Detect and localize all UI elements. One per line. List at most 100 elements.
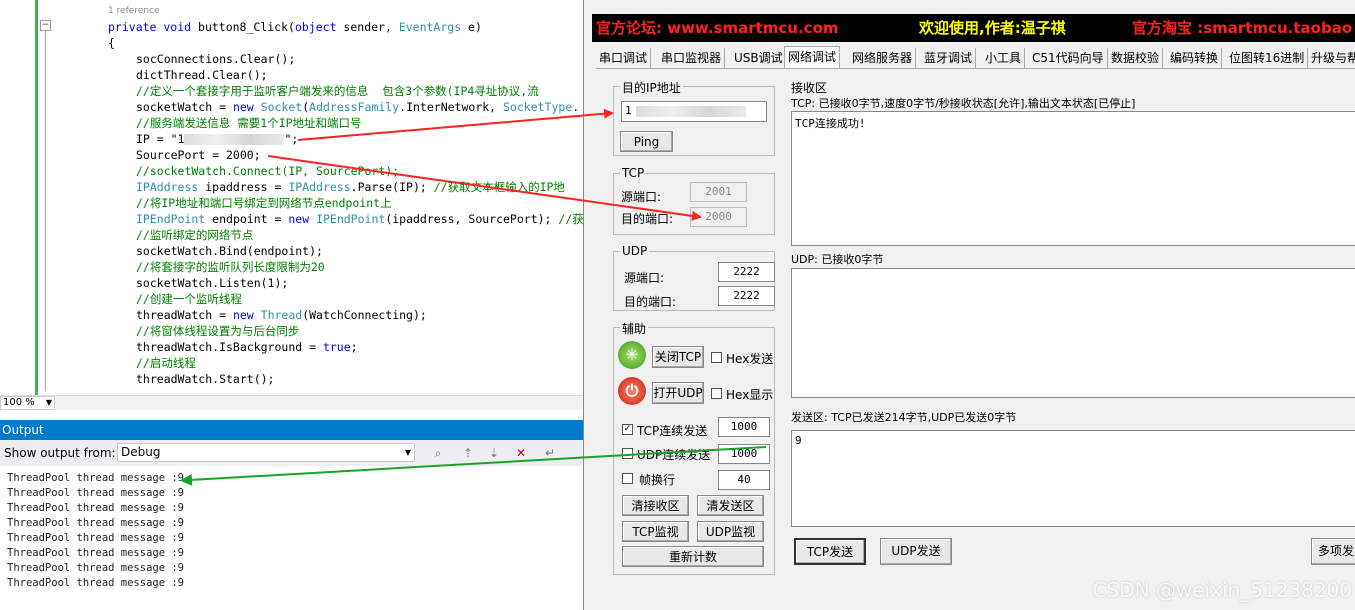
hex-send-checkbox[interactable]	[711, 352, 722, 363]
output-panel-title: Output	[0, 420, 585, 440]
output-source-select[interactable]: Debug ▼	[117, 443, 415, 462]
serial-tool-window: 官方论坛: www.smartmcu.com 欢迎使用,作者:温子祺 官方淘宝 …	[583, 0, 1355, 610]
output-line: ThreadPool thread message :9	[7, 562, 185, 574]
find-message-icon[interactable]: ⌕	[431, 446, 445, 460]
tcp-receive-textarea[interactable]: TCP连接成功!	[791, 111, 1355, 246]
code-comment: //监听绑定的网络节点	[136, 228, 254, 242]
code-line: socketWatch = new Socket(AddressFamily.I…	[136, 100, 580, 114]
window-titlebar[interactable]	[584, 0, 1355, 12]
tab-small-tools[interactable]: 小工具	[982, 48, 1026, 68]
redacted-ip	[635, 105, 746, 117]
code-line: dictThread.Clear();	[136, 68, 268, 82]
code-line-ip: IP = "1 ";	[136, 131, 298, 147]
tab-usb-debug[interactable]: USB调试	[731, 48, 787, 68]
udp-group-title: UDP	[620, 244, 650, 258]
editor-status-bar: 100 % ▼	[0, 395, 585, 410]
code-comment: //启动线程	[136, 356, 196, 370]
code-comment: //创建一个监听线程	[136, 292, 242, 306]
tab-checksum[interactable]: 数据校验	[1108, 48, 1164, 68]
ip-address-input[interactable]: 1	[621, 101, 767, 122]
code-line: {	[108, 36, 115, 50]
send-textarea[interactable]: 9	[791, 430, 1355, 527]
output-text-area[interactable]: ThreadPool thread message :9 ThreadPool …	[0, 466, 585, 610]
send-area-title: 发送区: TCP已发送214字节,UDP已发送0字节	[791, 411, 1017, 424]
tab-encoding[interactable]: 编码转换	[1167, 48, 1223, 68]
code-comment: //服务端发送信息 需要1个IP地址和端口号	[136, 116, 362, 130]
open-udp-button[interactable]: 打开UDP	[652, 382, 704, 404]
udp-receive-status: UDP: 已接收0字节	[791, 253, 884, 266]
udp-dst-port-label: 目的端口:	[624, 295, 677, 309]
tcp-group: TCP 源端口: 2001 目的端口: 2000	[613, 166, 775, 235]
ping-button[interactable]: Ping	[620, 131, 673, 152]
tcp-interval-input[interactable]: 1000	[718, 417, 770, 437]
tcp-continuous-checkbox[interactable]: ✓	[622, 424, 633, 435]
show-output-label: Show output from:	[4, 446, 116, 460]
watermark: CSDN @weixin_51238200	[1092, 578, 1352, 602]
banner-forum[interactable]: 官方论坛: www.smartmcu.com	[596, 14, 839, 42]
frame-newline-label: 帧换行	[639, 473, 676, 487]
output-line: ThreadPool thread message :9	[7, 487, 185, 499]
tcp-dst-port-label: 目的端口:	[621, 212, 674, 226]
multi-send-button[interactable]: 多项发	[1311, 538, 1355, 565]
output-line: ThreadPool thread message :9	[7, 517, 185, 529]
tcp-group-title: TCP	[620, 166, 647, 180]
tab-c51-wizard[interactable]: C51代码向导	[1029, 48, 1108, 68]
zoom-select[interactable]: 100 % ▼	[0, 396, 55, 410]
code-line: socketWatch.Bind(endpoint);	[136, 244, 323, 258]
code-line-signature: private void button8_Click(object sender…	[108, 20, 482, 34]
udp-monitor-button[interactable]: UDP监视	[697, 521, 764, 542]
code-line: socConnections.Clear();	[136, 52, 296, 66]
tcp-dst-port-field[interactable]: 2000	[690, 207, 747, 227]
udp-interval-input[interactable]: 1000	[718, 444, 770, 464]
next-message-icon[interactable]: ⇣	[487, 446, 501, 460]
clear-send-button[interactable]: 清发送区	[697, 495, 764, 516]
banner: 官方论坛: www.smartmcu.com 欢迎使用,作者:温子祺 官方淘宝 …	[592, 14, 1355, 42]
tcp-received-text: TCP连接成功!	[795, 117, 866, 130]
code-comment: //定义一个套接字用于监听客户端发来的信息 包含3个参数(IP4寻址协议,流	[136, 84, 539, 98]
code-editor[interactable]: − 1 reference private void button8_Click…	[0, 0, 585, 395]
tab-serial-monitor[interactable]: 串口监视器	[658, 48, 726, 68]
word-wrap-icon[interactable]: ↵	[543, 446, 557, 460]
udp-continuous-checkbox[interactable]	[622, 448, 633, 459]
banner-welcome: 欢迎使用,作者:温子祺	[919, 19, 1066, 37]
udp-continuous-label: UDP连续发送	[637, 448, 711, 462]
frame-newline-checkbox[interactable]	[622, 473, 633, 484]
banner-shop[interactable]: 官方淘宝 :smartmcu.taobao	[1132, 14, 1352, 42]
tab-upgrade-help[interactable]: 升级与帮	[1308, 48, 1355, 68]
tab-network-server[interactable]: 网络服务器	[849, 48, 917, 68]
tcp-receive-status: TCP: 已接收0字节,速度0字节/秒接收状态[允许],输出文本状态[已停止]	[791, 97, 1136, 110]
tcp-monitor-button[interactable]: TCP监视	[622, 521, 689, 542]
reset-count-button[interactable]: 重新计数	[622, 546, 764, 567]
output-line: ThreadPool thread message :9	[7, 577, 185, 589]
close-tcp-button[interactable]: 关闭TCP	[652, 346, 704, 368]
udp-src-port-input[interactable]: 2222	[718, 262, 775, 282]
tab-bitmap-hex[interactable]: 位图转16进制	[1226, 48, 1309, 68]
tcp-send-button[interactable]: TCP发送	[794, 538, 866, 565]
tcp-src-port-field[interactable]: 2001	[690, 182, 747, 202]
code-line: IPEndPoint endpoint = new IPEndPoint(ipa…	[136, 212, 584, 226]
receive-area-title: 接收区	[791, 81, 828, 95]
tab-network-debug[interactable]: 网络调试	[784, 46, 841, 68]
zoom-level: 100 %	[3, 397, 35, 408]
network-connect-icon: ✳	[618, 341, 646, 369]
clear-all-icon[interactable]: ✕	[514, 446, 528, 460]
hex-display-label: Hex显示	[726, 388, 774, 402]
frame-length-input[interactable]: 40	[718, 470, 770, 490]
code-lens-references[interactable]: 1 reference	[108, 6, 160, 16]
tab-bluetooth-debug[interactable]: 蓝牙调试	[921, 48, 977, 68]
udp-send-button[interactable]: UDP发送	[880, 538, 952, 565]
clear-receive-button[interactable]: 清接收区	[622, 495, 689, 516]
output-line: ThreadPool thread message :9	[7, 532, 185, 544]
tab-serial-debug[interactable]: 串口调试	[596, 48, 652, 68]
udp-dst-port-input[interactable]: 2222	[718, 286, 775, 306]
output-toolbar: Show output from: Debug ▼ ⌕ ⇡ ⇣ ✕ ↵	[0, 440, 585, 466]
output-line: ThreadPool thread message :9	[7, 502, 185, 514]
output-line: ThreadPool thread message :9	[7, 472, 185, 484]
prev-message-icon[interactable]: ⇡	[461, 446, 475, 460]
aux-group: 辅助 ✳ 关闭TCP Hex发送 ⏻ 打开UDP Hex显示 ✓ TCP连续发送…	[613, 320, 775, 575]
chevron-down-icon: ▼	[45, 398, 52, 407]
hex-display-checkbox[interactable]	[711, 388, 722, 399]
udp-receive-textarea[interactable]	[791, 268, 1355, 398]
ip-literal-start: IP = "1	[136, 132, 185, 146]
collapse-toggle[interactable]: −	[40, 20, 51, 31]
